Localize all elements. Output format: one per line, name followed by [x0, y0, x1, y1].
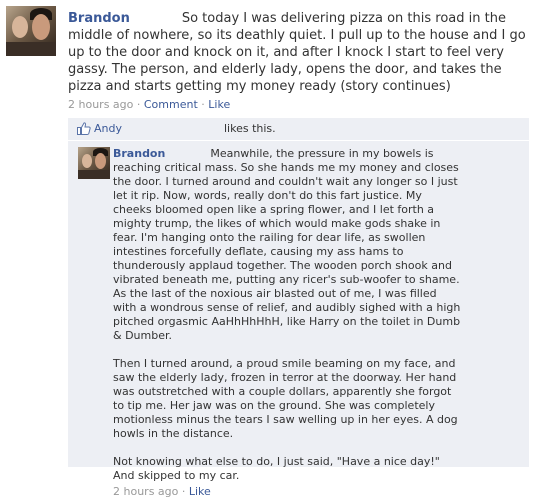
avatar-shirt — [6, 42, 56, 56]
comment-timestamp[interactable]: 2 hours ago — [113, 485, 178, 498]
comment-meta: 2 hours ago · Like — [113, 485, 461, 499]
avatar-shirt — [78, 170, 110, 179]
post-meta: 2 hours ago · Comment · Like — [68, 98, 528, 112]
meta-separator: · — [181, 485, 186, 498]
post-body: Brandon So today I was delivering pizza o… — [68, 10, 528, 112]
meta-separator: · — [136, 98, 141, 111]
post-timestamp[interactable]: 2 hours ago — [68, 98, 133, 111]
like-link[interactable]: Like — [208, 98, 230, 111]
likes-bar: Andy likes this. — [68, 118, 529, 141]
avatar-face-right — [32, 14, 50, 40]
comment-body: Brandon Meanwhile, the pressure in my bow… — [113, 147, 461, 499]
comment-like-link[interactable]: Like — [189, 485, 211, 498]
avatar-face-right — [95, 153, 106, 169]
comment-text: Meanwhile, the pressure in my bowels is … — [113, 147, 461, 342]
meta-separator: · — [201, 98, 205, 111]
likes-text: likes this. — [224, 122, 276, 135]
comment-paragraph: Not knowing what else to do, I just said… — [113, 455, 440, 482]
liker-name[interactable]: Andy — [94, 118, 122, 140]
commenter-avatar[interactable] — [78, 147, 110, 179]
comment-link[interactable]: Comment — [144, 98, 198, 111]
comment-paragraph: Brandon Meanwhile, the pressure in my bow… — [113, 147, 461, 343]
avatar-face-left — [12, 16, 28, 38]
avatar-face-left — [82, 154, 92, 168]
comment-paragraph: Then I turned around, a proud smile beam… — [113, 357, 458, 440]
post-text: So today I was delivering pizza on this … — [68, 11, 526, 94]
thumbs-up-icon — [77, 122, 91, 135]
commenter-name[interactable]: Brandon — [113, 147, 165, 160]
comment: Brandon Meanwhile, the pressure in my bow… — [68, 141, 529, 498]
post-author-name[interactable]: Brandon — [68, 11, 130, 26]
author-avatar[interactable] — [6, 6, 56, 56]
post-text-block: Brandon So today I was delivering pizza o… — [68, 10, 528, 95]
